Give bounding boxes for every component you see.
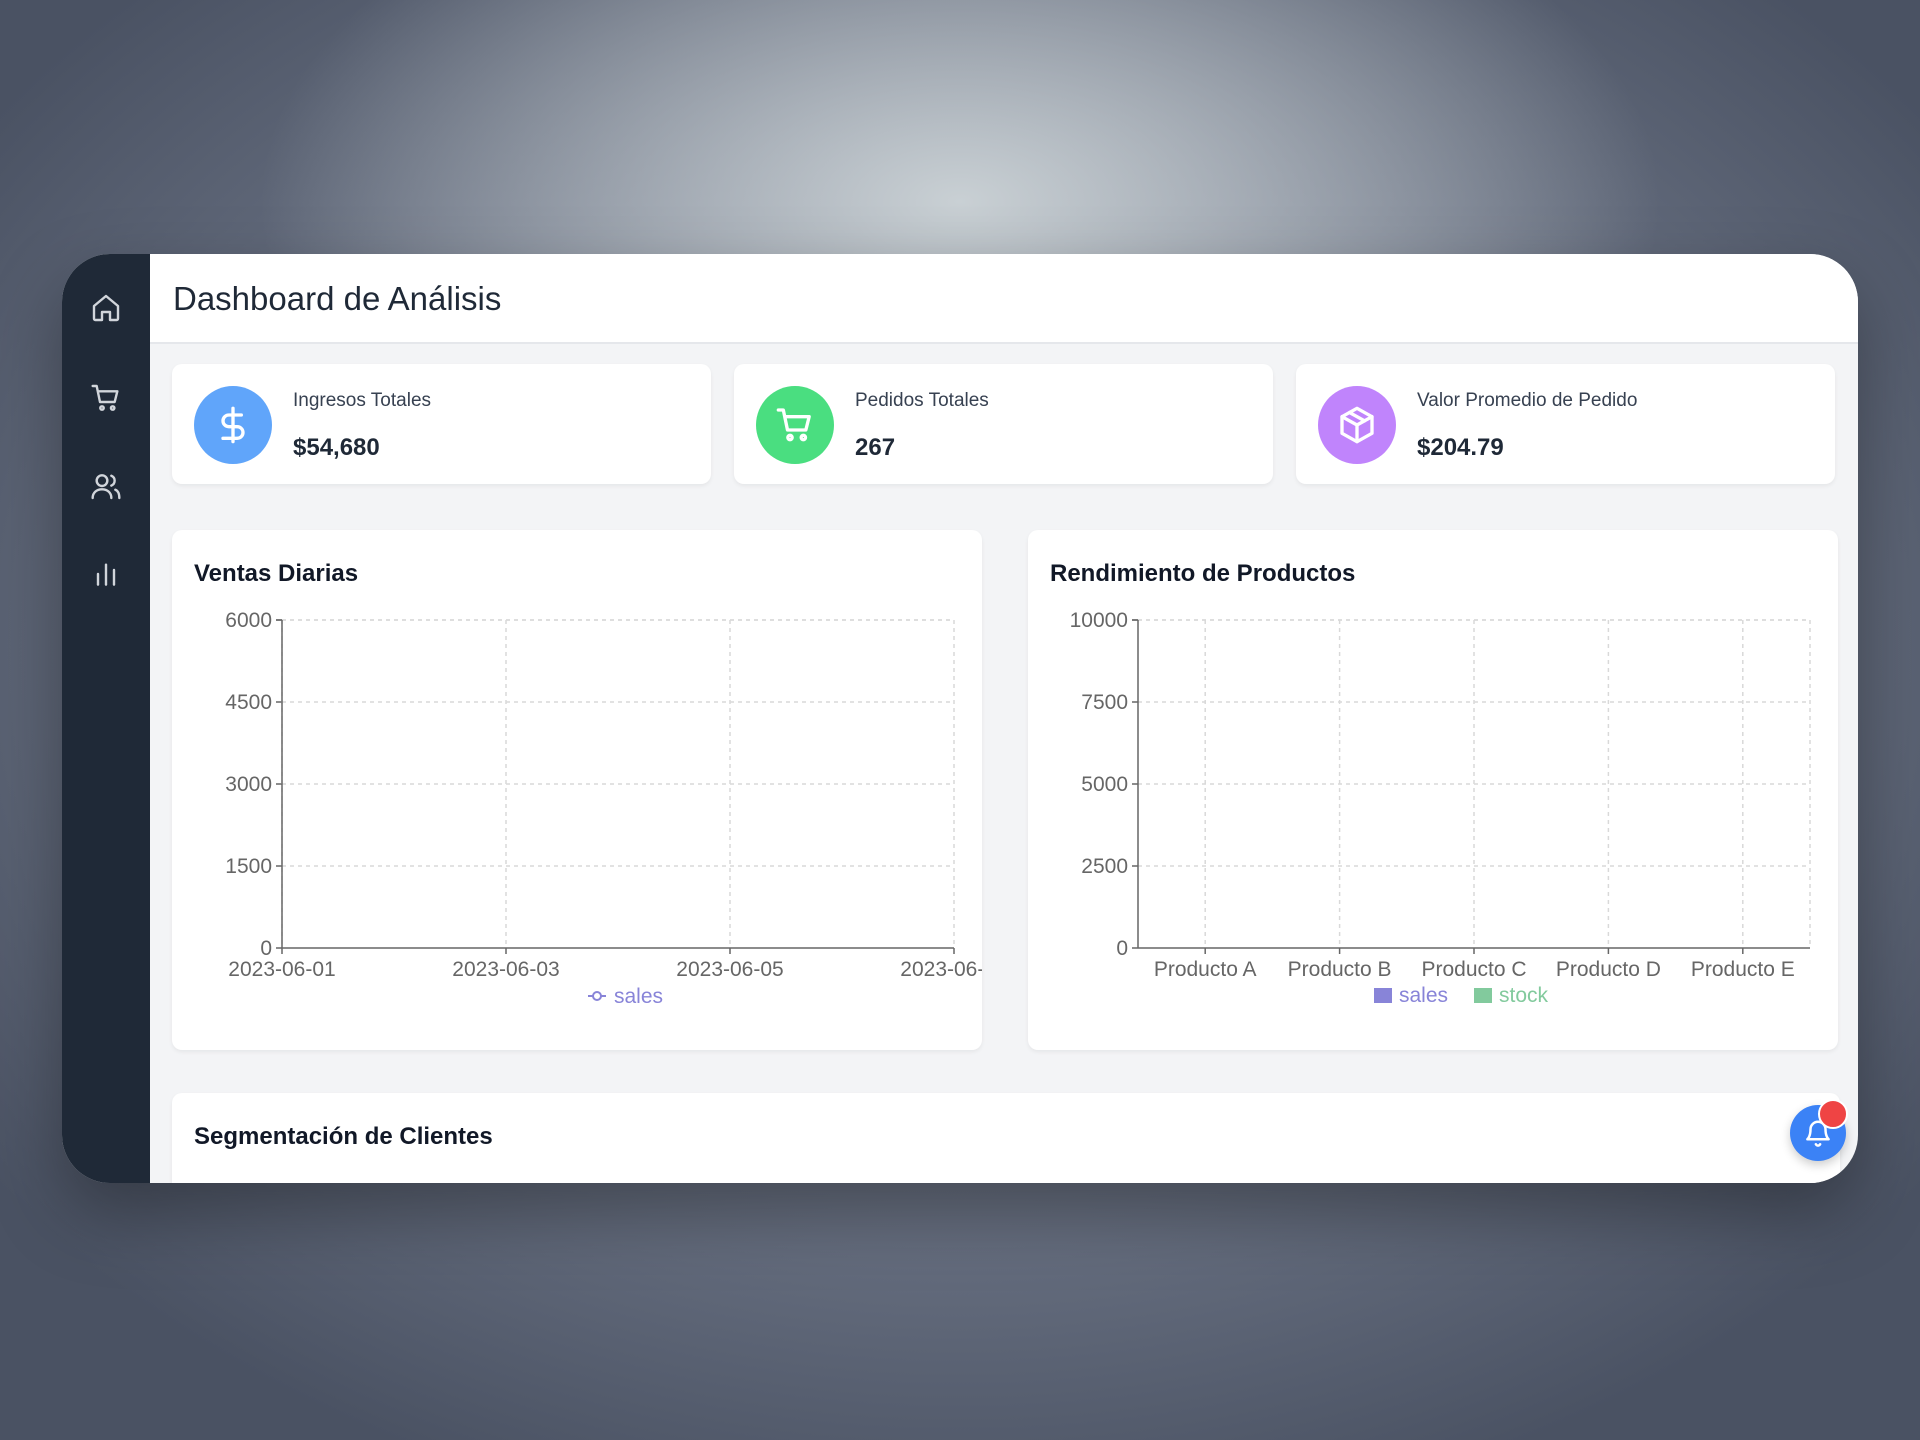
x-tick-label: 2023-06-03 <box>452 958 559 981</box>
sales-chart-card: 0 1500 3000 4500 6000 2023-06-01 2023-06-03 202… <box>172 530 982 1050</box>
chart-title: Rendimiento de Productos <box>1050 560 1356 587</box>
y-tick-label: 3000 <box>225 773 272 796</box>
cart-icon[interactable] <box>88 380 124 416</box>
app-window: Dashboard de Análisis Ingresos Totales $… <box>62 254 1858 1183</box>
y-tick-label: 2500 <box>1081 855 1128 878</box>
y-tick-label: 5000 <box>1081 773 1128 796</box>
y-tick-label: 0 <box>1116 937 1128 960</box>
chart-legend: sales <box>588 985 663 1008</box>
stat-label: Valor Promedio de Pedido <box>1417 390 1638 411</box>
products-chart-card: 0 2500 5000 7500 10000 Producto A Producto B Pr… <box>1028 530 1838 1050</box>
segmentation-card: Segmentación de Clientes <box>172 1093 1840 1183</box>
sales-line-chart: 0 1500 3000 4500 6000 2023-06-01 2023-06-03 202… <box>225 609 982 1008</box>
plot-area: 0 1500 3000 4500 6000 2023-06-01 2023-06-03 202… <box>225 609 982 981</box>
y-tick-label: 10000 <box>1070 609 1128 632</box>
x-tick-label: Producto D <box>1556 958 1661 981</box>
stat-card-revenue: Ingresos Totales $54,680 <box>172 364 711 484</box>
cart-icon <box>756 386 834 464</box>
stat-label: Pedidos Totales <box>855 390 989 411</box>
main-content: Dashboard de Análisis Ingresos Totales $… <box>150 254 1858 1183</box>
x-tick-label: Producto A <box>1154 958 1257 981</box>
y-tick-label: 0 <box>260 937 272 960</box>
home-icon[interactable] <box>88 290 124 326</box>
legend-label: sales <box>614 985 663 1008</box>
products-bar-chart: 0 2500 5000 7500 10000 Producto A Producto B Pr… <box>1070 609 1811 1007</box>
y-tick-label: 6000 <box>225 609 272 632</box>
legend-swatch <box>1374 988 1392 1003</box>
legend-label: stock <box>1499 984 1549 1007</box>
legend-label: sales <box>1399 984 1448 1007</box>
page-title: Dashboard de Análisis <box>173 280 502 317</box>
stat-label: Ingresos Totales <box>293 390 432 411</box>
header: Dashboard de Análisis <box>150 254 1858 344</box>
stat-value: $54,680 <box>293 434 380 461</box>
x-tick-label: 2023-06-01 <box>228 958 335 981</box>
stat-card-avg-order: Valor Promedio de Pedido $204.79 <box>1296 364 1835 484</box>
notification-badge <box>1818 1099 1848 1129</box>
y-tick-label: 4500 <box>225 691 272 714</box>
chart-title: Ventas Diarias <box>194 560 359 587</box>
dollar-icon <box>194 386 272 464</box>
x-tick-label: Producto B <box>1288 958 1392 981</box>
legend-swatch <box>1474 988 1492 1003</box>
legend-marker <box>592 991 602 1001</box>
x-tick-label: Producto C <box>1421 958 1526 981</box>
box-icon <box>1318 386 1396 464</box>
bar-chart-icon[interactable] <box>88 556 124 592</box>
x-tick-label: Producto E <box>1691 958 1795 981</box>
y-tick-label: 1500 <box>225 855 272 878</box>
plot-area: 0 2500 5000 7500 10000 Producto A Producto B Pr… <box>1070 609 1811 981</box>
segmentation-title: Segmentación de Clientes <box>194 1123 493 1150</box>
y-tick-label: 7500 <box>1081 691 1128 714</box>
chart-legend: sales stock <box>1374 984 1549 1007</box>
users-icon[interactable] <box>88 468 124 504</box>
stat-value: $204.79 <box>1417 434 1504 461</box>
x-tick-label: 2023-06-07 <box>900 958 982 981</box>
sidebar <box>62 254 150 1183</box>
stat-value: 267 <box>855 434 896 461</box>
x-tick-label: 2023-06-05 <box>676 958 783 981</box>
stat-card-orders: Pedidos Totales 267 <box>734 364 1273 484</box>
